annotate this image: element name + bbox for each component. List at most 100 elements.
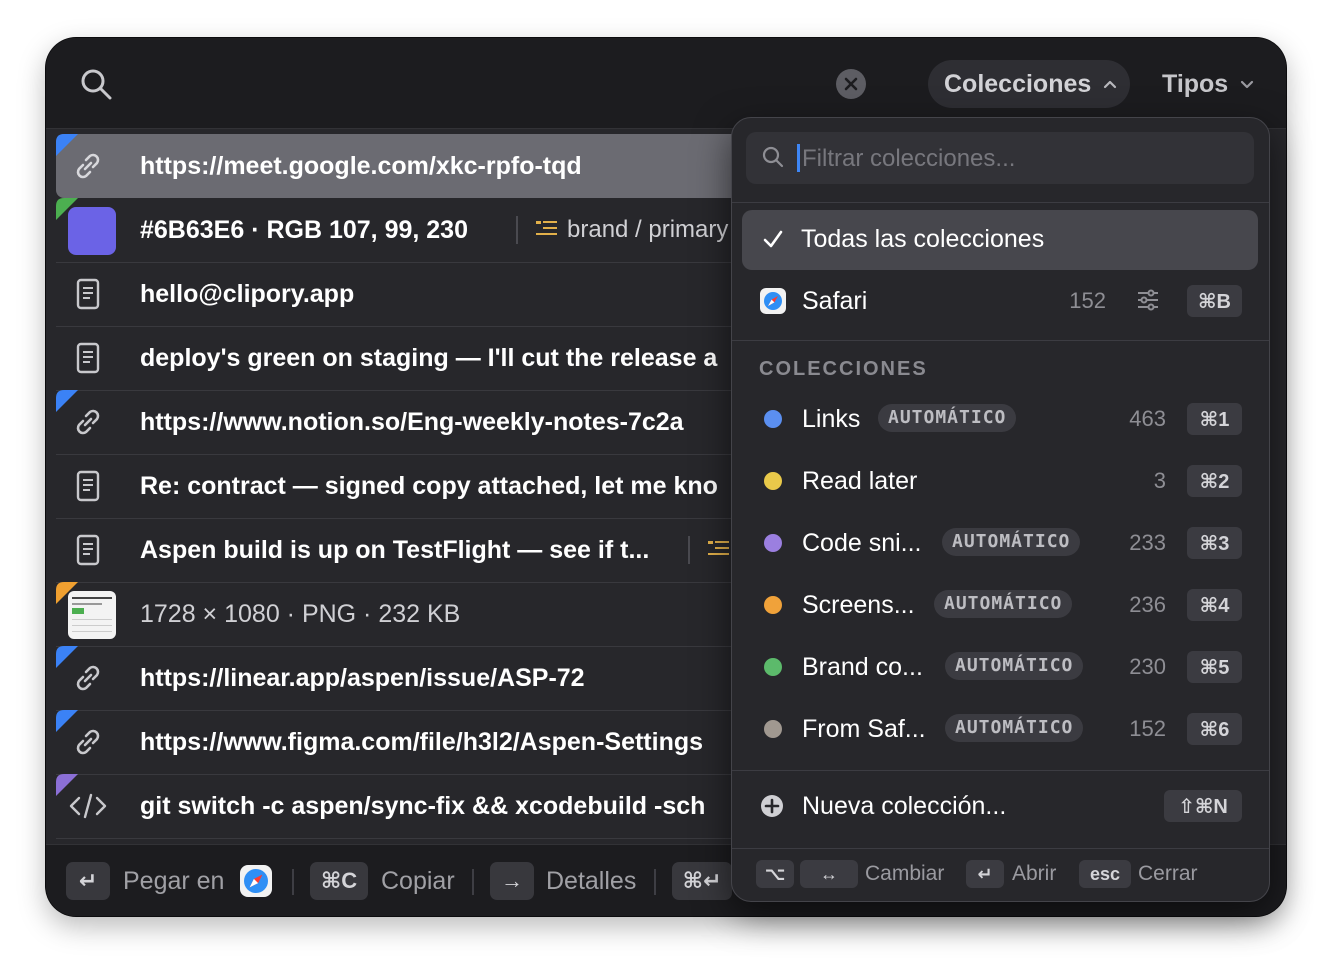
color-swatch bbox=[68, 207, 116, 255]
types-button-label: Tipos bbox=[1162, 69, 1229, 98]
arrows-key: ↔ bbox=[800, 860, 858, 888]
collection-item-read-later[interactable]: Read later 3 ⌘2 bbox=[742, 453, 1258, 509]
collection-count: 3 bbox=[1153, 468, 1166, 493]
esc-key: esc bbox=[1079, 860, 1131, 888]
filter-collections-field[interactable]: Filtrar colecciones... bbox=[746, 132, 1254, 184]
document-icon bbox=[76, 534, 100, 566]
clip-text: git switch -c aspen/sync-fix && xcodebui… bbox=[140, 792, 706, 820]
copy-label: Copiar bbox=[381, 867, 455, 895]
collection-count: 233 bbox=[1129, 530, 1166, 555]
search-icon bbox=[762, 146, 784, 168]
checkmark-icon bbox=[763, 230, 783, 248]
collection-label: Links bbox=[802, 405, 861, 433]
collection-color-dot bbox=[764, 720, 782, 738]
clip-text: 1728 × 1080 · PNG · 232 KB bbox=[140, 600, 461, 628]
types-button[interactable]: Tipos bbox=[1162, 60, 1254, 108]
collection-color-dot bbox=[764, 410, 782, 428]
divider bbox=[732, 202, 1269, 203]
collection-count: 230 bbox=[1129, 654, 1166, 679]
shortcut-badge: ⌘4 bbox=[1187, 589, 1242, 621]
link-icon bbox=[76, 153, 100, 179]
collection-item-code-snippets[interactable]: Code sni... AUTOMÁTICO 233 ⌘3 bbox=[742, 515, 1258, 571]
collection-label: Code sni... bbox=[802, 529, 922, 557]
code-icon bbox=[69, 793, 107, 819]
divider bbox=[472, 869, 474, 895]
copy-key[interactable]: ⌘C bbox=[310, 862, 368, 900]
collection-count: 236 bbox=[1129, 592, 1166, 617]
document-icon bbox=[76, 342, 100, 374]
auto-badge: AUTOMÁTICO bbox=[878, 404, 1017, 432]
safari-icon bbox=[760, 288, 786, 314]
paste-label: Pegar en bbox=[123, 867, 225, 895]
more-actions-key[interactable]: ⌘↵ bbox=[672, 862, 732, 900]
tag-list-icon bbox=[536, 221, 557, 235]
collection-count: 463 bbox=[1129, 406, 1166, 431]
document-icon bbox=[76, 470, 100, 502]
collection-label: Brand co... bbox=[802, 653, 923, 681]
search-bar: Colecciones Tipos bbox=[46, 38, 1286, 129]
collection-item-safari[interactable]: Safari 152 ⌘B bbox=[742, 273, 1258, 329]
clip-text: Re: contract — signed copy attached, let… bbox=[140, 472, 718, 500]
details-key[interactable]: → bbox=[490, 862, 534, 900]
details-label: Detalles bbox=[546, 867, 637, 895]
shortcut-badge: ⌘3 bbox=[1187, 527, 1242, 559]
switch-label: Cambiar bbox=[865, 862, 945, 885]
clip-text: https://meet.google.com/xkc-rpfo-tqd bbox=[140, 152, 582, 180]
new-collection-button[interactable]: Nueva colección... ⇧⌘N bbox=[742, 778, 1258, 834]
collection-item-from-safari[interactable]: From Saf... AUTOMÁTICO 152 ⌘6 bbox=[742, 701, 1258, 757]
shortcut-badge: ⌘B bbox=[1187, 285, 1242, 317]
link-icon bbox=[76, 409, 100, 435]
collections-button[interactable]: Colecciones bbox=[928, 60, 1130, 108]
close-icon bbox=[844, 77, 858, 91]
search-input[interactable] bbox=[136, 66, 820, 104]
clear-search-button[interactable] bbox=[836, 69, 866, 99]
divider bbox=[516, 216, 518, 244]
collection-label: Screens... bbox=[802, 591, 915, 619]
paste-key[interactable]: ↵ bbox=[66, 862, 110, 900]
tag-list-icon bbox=[708, 541, 729, 555]
collection-tag: brand / primary bbox=[567, 216, 729, 243]
collection-label: Safari bbox=[802, 287, 868, 315]
clip-text: #6B63E6 · RGB 107, 99, 230 bbox=[140, 216, 468, 244]
chevron-up-icon bbox=[1104, 80, 1117, 89]
chevron-down-icon bbox=[1241, 80, 1254, 89]
collection-color-dot bbox=[764, 472, 782, 490]
section-header: COLECCIONES bbox=[759, 358, 928, 380]
collection-count: 152 bbox=[1129, 716, 1166, 741]
close-label: Cerrar bbox=[1138, 862, 1198, 885]
divider bbox=[688, 536, 690, 564]
collection-color-dot bbox=[764, 534, 782, 552]
search-icon[interactable] bbox=[80, 68, 112, 100]
shortcut-badge: ⇧⌘N bbox=[1164, 790, 1242, 822]
divider bbox=[732, 770, 1269, 771]
divider bbox=[732, 340, 1269, 341]
collection-item-brand-colors[interactable]: Brand co... AUTOMÁTICO 230 ⌘5 bbox=[742, 639, 1258, 695]
auto-badge: AUTOMÁTICO bbox=[934, 590, 1073, 618]
collection-item-links[interactable]: Links AUTOMÁTICO 463 ⌘1 bbox=[742, 391, 1258, 447]
collections-dropdown: Filtrar colecciones... Todas las colecci… bbox=[731, 117, 1270, 902]
shortcut-badge: ⌘5 bbox=[1187, 651, 1242, 683]
link-icon bbox=[76, 665, 100, 691]
clip-text: hello@clipory.app bbox=[140, 280, 355, 308]
clip-text: https://linear.app/aspen/issue/ASP-72 bbox=[140, 664, 585, 692]
shortcut-badge: ⌘2 bbox=[1187, 465, 1242, 497]
link-icon bbox=[76, 729, 100, 755]
collections-button-label: Colecciones bbox=[944, 69, 1092, 98]
divider bbox=[732, 848, 1269, 849]
safari-icon bbox=[240, 865, 272, 897]
filter-settings-icon[interactable] bbox=[1136, 289, 1160, 311]
image-thumbnail bbox=[68, 591, 116, 639]
open-label: Abrir bbox=[1012, 862, 1057, 885]
clip-text: deploy's green on staging — I'll cut the… bbox=[140, 344, 718, 372]
auto-badge: AUTOMÁTICO bbox=[945, 652, 1084, 680]
divider bbox=[292, 869, 294, 895]
clip-text: Aspen build is up on TestFlight — see if… bbox=[140, 536, 650, 564]
all-collections-item[interactable]: Todas las colecciones bbox=[742, 210, 1258, 270]
collection-label: From Saf... bbox=[802, 715, 926, 743]
new-collection-label: Nueva colección... bbox=[802, 792, 1007, 820]
collection-item-screenshots[interactable]: Screens... AUTOMÁTICO 236 ⌘4 bbox=[742, 577, 1258, 633]
collection-label: Read later bbox=[802, 467, 918, 495]
filter-placeholder: Filtrar colecciones... bbox=[802, 145, 1016, 172]
enter-key: ↵ bbox=[966, 860, 1004, 888]
document-icon bbox=[76, 278, 100, 310]
